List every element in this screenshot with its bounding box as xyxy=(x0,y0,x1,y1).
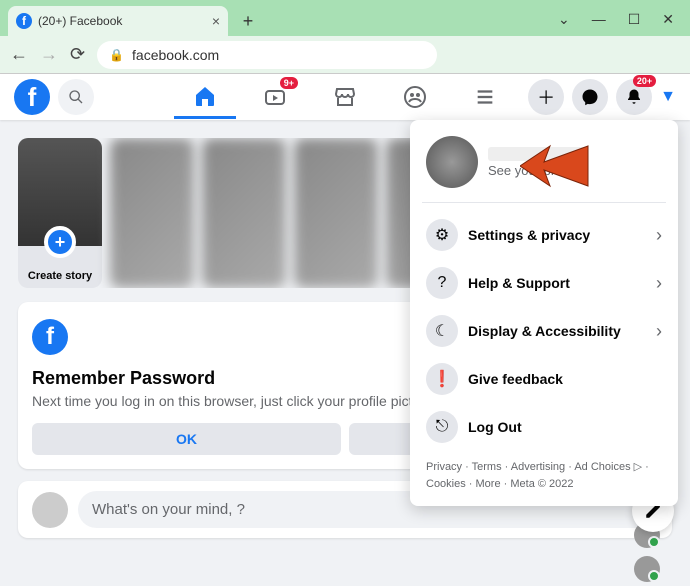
marketplace-icon xyxy=(333,85,357,109)
url-input[interactable]: 🔒 facebook.com xyxy=(97,41,437,69)
chevron-right-icon: › xyxy=(656,225,662,246)
menu-feedback[interactable]: ❗ Give feedback xyxy=(418,355,670,403)
menu-separator xyxy=(422,202,666,203)
feedback-icon: ❗ xyxy=(426,363,458,395)
menu-display[interactable]: ☾ Display & Accessibility › xyxy=(418,307,670,355)
bell-icon xyxy=(625,88,643,106)
hamburger-icon xyxy=(474,86,496,108)
account-caret[interactable]: ▼ xyxy=(660,88,676,106)
close-tab-icon[interactable]: × xyxy=(212,13,220,29)
ok-button[interactable]: OK xyxy=(32,423,341,455)
story-item[interactable] xyxy=(202,138,286,288)
arrow-icon xyxy=(520,138,590,188)
chevron-down-icon[interactable]: ⌄ xyxy=(558,11,570,28)
fb-logo-icon: f xyxy=(32,319,68,355)
menu-settings[interactable]: ⚙ Settings & privacy › xyxy=(418,211,670,259)
fb-logo[interactable]: f xyxy=(14,79,50,115)
create-story-label: Create story xyxy=(28,270,92,288)
facebook-favicon: f xyxy=(16,13,32,29)
story-item[interactable] xyxy=(110,138,194,288)
browser-tab-strip: f (20+) Facebook × + ⌄ — ☐ ✕ xyxy=(0,0,690,36)
nav-home[interactable] xyxy=(174,75,236,119)
callout-arrow xyxy=(520,138,590,193)
nav-menu[interactable] xyxy=(454,75,516,119)
nav-groups[interactable] xyxy=(384,75,446,119)
groups-icon xyxy=(403,85,427,109)
plus-icon: ＋ xyxy=(537,84,555,110)
create-button[interactable]: ＋ xyxy=(528,79,564,115)
logout-icon: ⎋ xyxy=(426,411,458,443)
messenger-button[interactable] xyxy=(572,79,608,115)
lock-icon: 🔒 xyxy=(109,48,124,62)
reload-button[interactable]: ⟳ xyxy=(70,44,85,65)
create-story[interactable]: + Create story xyxy=(18,138,102,288)
menu-footer: Privacy · Terms · Advertising · Ad Choic… xyxy=(418,451,670,496)
nav-marketplace[interactable] xyxy=(314,75,376,119)
search-button[interactable] xyxy=(58,79,94,115)
home-icon xyxy=(193,84,217,108)
chevron-right-icon: › xyxy=(656,273,662,294)
story-item[interactable] xyxy=(294,138,378,288)
minimize-icon[interactable]: — xyxy=(592,11,606,28)
add-story-icon: + xyxy=(44,226,76,258)
composer-avatar[interactable] xyxy=(32,492,68,528)
chevron-right-icon: › xyxy=(656,321,662,342)
help-icon: ? xyxy=(426,267,458,299)
url-text: facebook.com xyxy=(132,47,219,63)
gear-icon: ⚙ xyxy=(426,219,458,251)
messenger-icon xyxy=(581,88,599,106)
menu-help[interactable]: ? Help & Support › xyxy=(418,259,670,307)
new-tab-button[interactable]: + xyxy=(234,11,262,32)
tab-title: (20+) Facebook xyxy=(38,14,206,28)
forward-button[interactable]: → xyxy=(40,44,58,65)
browser-tab[interactable]: f (20+) Facebook × xyxy=(8,6,228,36)
contact-item[interactable] xyxy=(630,552,690,586)
moon-icon: ☾ xyxy=(426,315,458,347)
maximize-icon[interactable]: ☐ xyxy=(628,11,641,28)
back-button[interactable]: ← xyxy=(10,44,28,65)
search-icon xyxy=(68,89,84,105)
notif-badge: 20+ xyxy=(633,75,656,87)
window-controls: ⌄ — ☐ ✕ xyxy=(558,11,690,36)
profile-avatar xyxy=(426,136,478,188)
address-bar: ← → ⟳ 🔒 facebook.com xyxy=(0,36,690,74)
menu-logout[interactable]: ⎋ Log Out xyxy=(418,403,670,451)
close-window-icon[interactable]: ✕ xyxy=(662,11,674,28)
nav-watch[interactable]: 9+ xyxy=(244,75,306,119)
fb-top-nav: f 9+ ＋ 20+ ▼ xyxy=(0,74,690,120)
watch-badge: 9+ xyxy=(280,77,298,89)
content-area: + Create story f Remember Password Next … xyxy=(0,120,690,556)
notifications-button[interactable]: 20+ xyxy=(616,79,652,115)
